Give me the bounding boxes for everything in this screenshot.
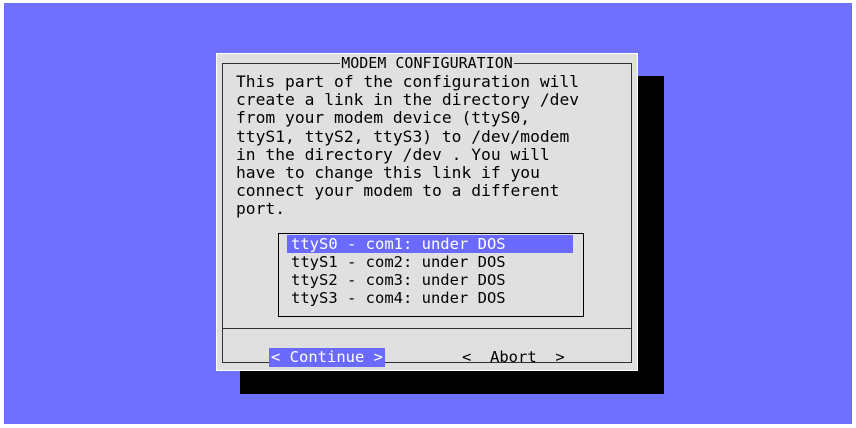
modem-configuration-dialog: MODEM CONFIGURATION This part of the con… bbox=[216, 53, 638, 371]
dialog-title: MODEM CONFIGURATION bbox=[340, 54, 514, 72]
list-item-ttys2[interactable]: ttyS2 - com3: under DOS bbox=[287, 271, 573, 289]
list-item-ttys1[interactable]: ttyS1 - com2: under DOS bbox=[287, 253, 573, 271]
continue-button[interactable]: < Continue > bbox=[269, 348, 385, 367]
abort-button[interactable]: < Abort > bbox=[460, 348, 567, 367]
dialog-message: This part of the configuration will crea… bbox=[236, 72, 580, 219]
list-item-ttys0[interactable]: ttyS0 - com1: under DOS bbox=[287, 235, 573, 253]
dialog-frame: MODEM CONFIGURATION This part of the con… bbox=[222, 54, 632, 367]
port-listbox[interactable]: ttyS0 - com1: under DOS ttyS1 - com2: un… bbox=[278, 233, 584, 317]
list-item-ttys3[interactable]: ttyS3 - com4: under DOS bbox=[287, 289, 573, 307]
dialog-title-bar: MODEM CONFIGURATION bbox=[223, 54, 631, 72]
button-separator bbox=[223, 328, 631, 329]
